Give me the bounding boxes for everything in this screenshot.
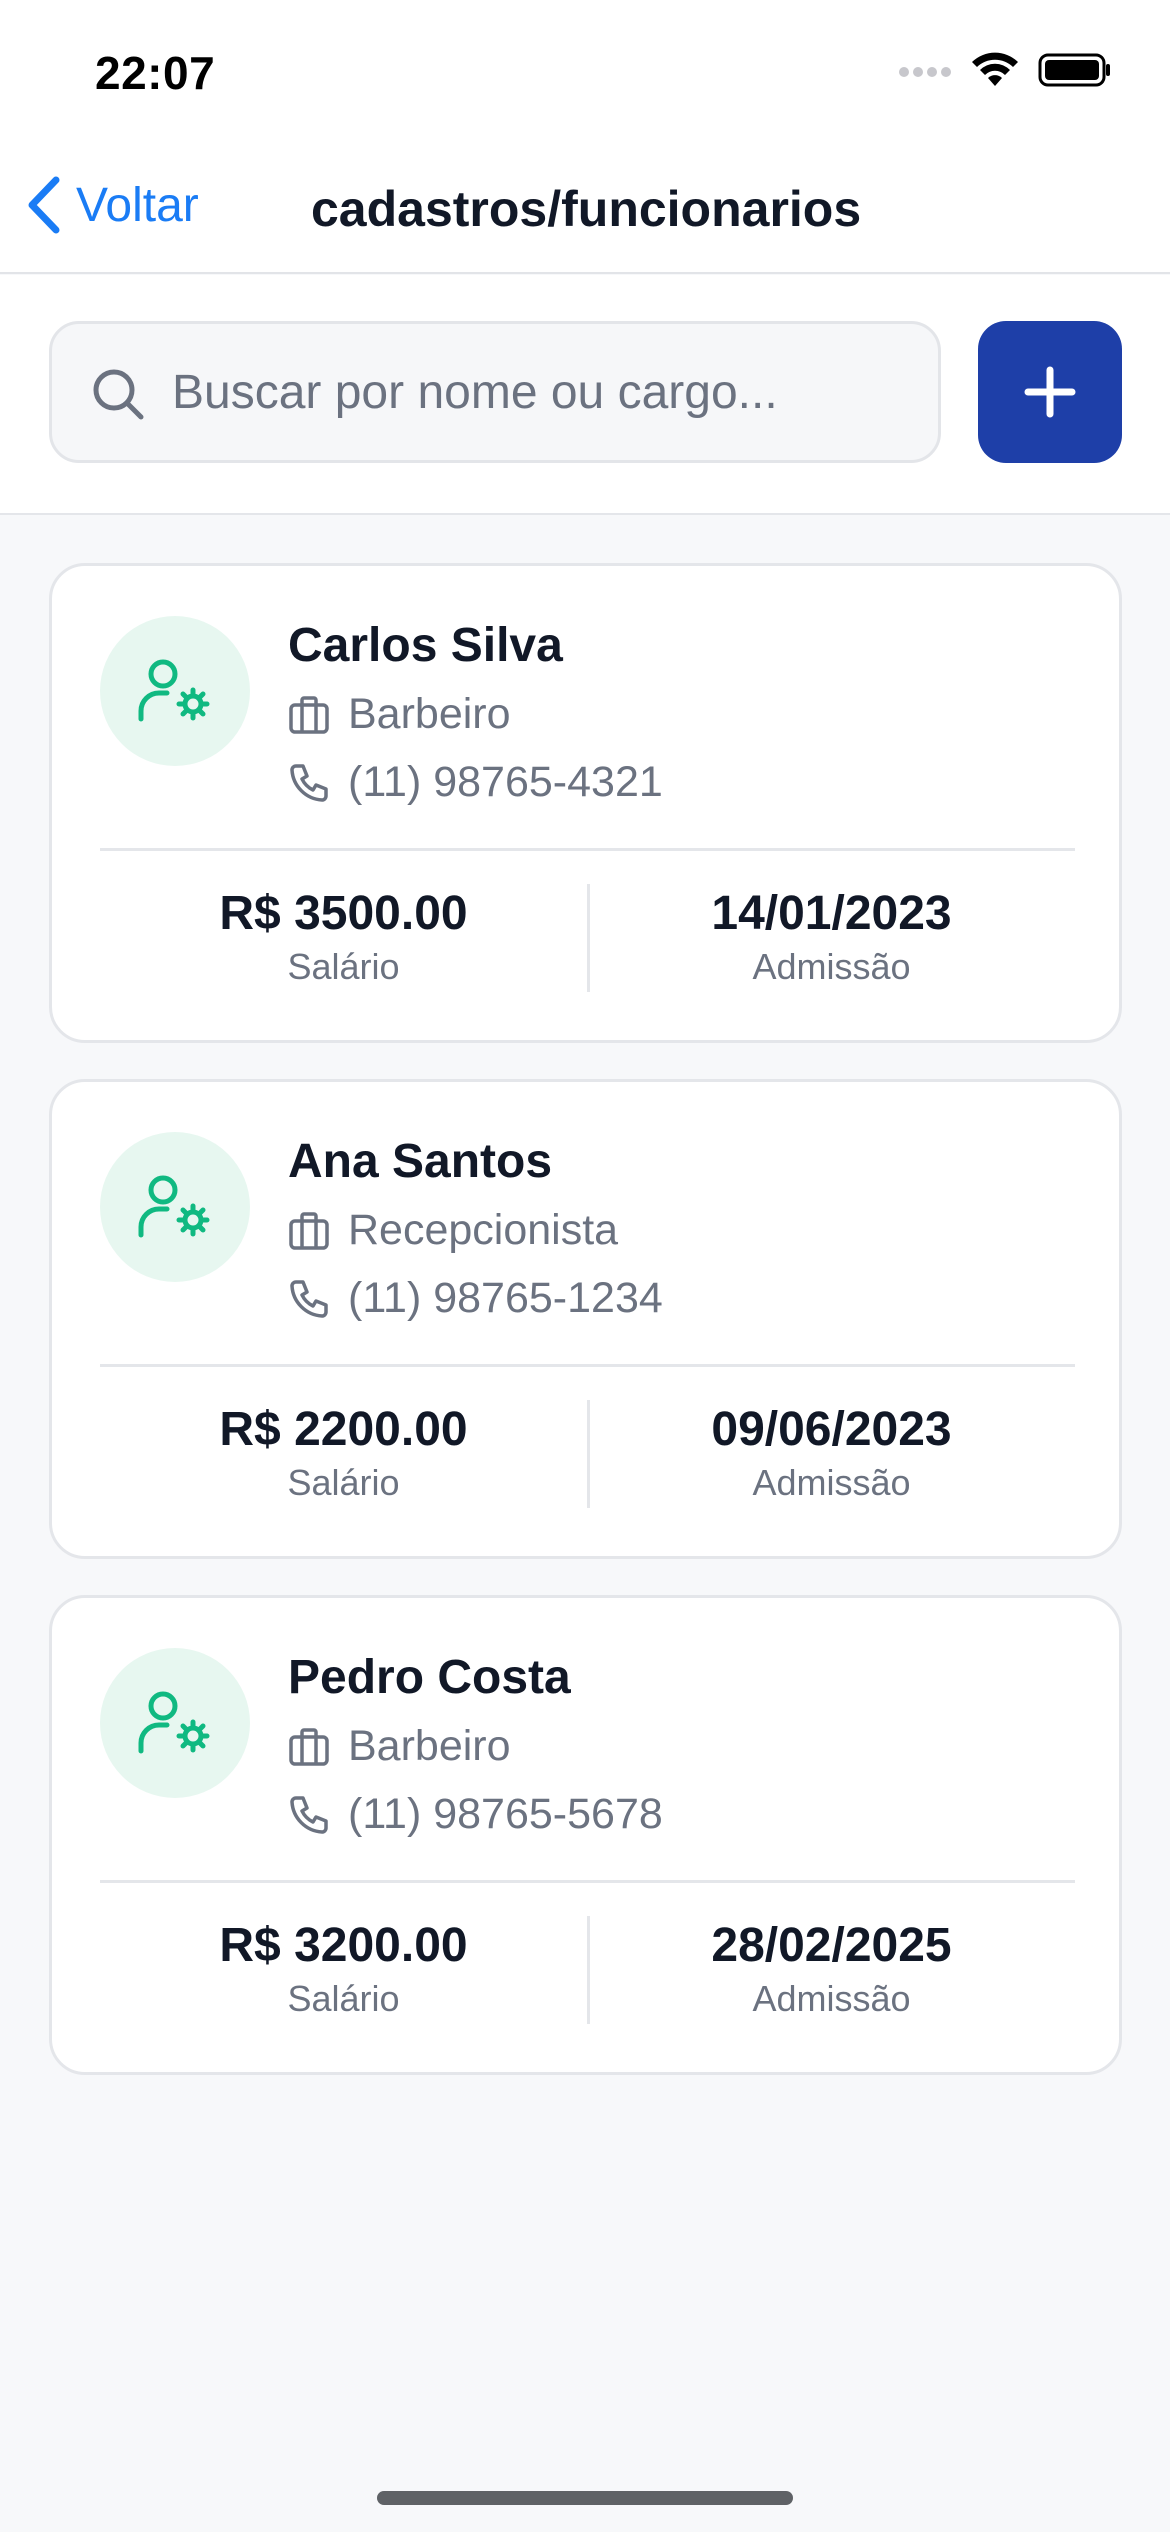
divider (100, 1364, 1075, 1367)
status-time: 22:07 (95, 47, 216, 99)
employee-phone: (11) 98765-1234 (288, 1274, 663, 1323)
employee-phone: (11) 98765-5678 (288, 1790, 663, 1839)
plus-icon (1024, 366, 1076, 418)
salary-label: Salário (287, 946, 400, 987)
phone-icon (290, 1795, 328, 1834)
avatar (100, 616, 250, 766)
employee-list: Carlos Silva Barbeiro (11) 98765-4321 R$… (49, 563, 1122, 2111)
salary-stat: R$ 2200.00 Salário (100, 1400, 587, 1506)
salary-label: Salário (287, 1978, 400, 2019)
status-icons (898, 52, 1112, 88)
salary-value: R$ 2200.00 (219, 1403, 468, 1456)
phone-icon (290, 763, 328, 802)
phone-icon (290, 1279, 328, 1318)
briefcase-icon (289, 1727, 329, 1766)
role-text: Recepcionista (348, 1206, 619, 1254)
search-toolbar (0, 275, 1170, 515)
add-employee-button[interactable] (978, 321, 1122, 463)
navigation-bar: Voltar cadastros/funcionarios (0, 140, 1170, 274)
salary-value: R$ 3200.00 (219, 1919, 468, 1972)
employee-card[interactable]: Ana Santos Recepcionista (11) 98765-1234… (49, 1079, 1122, 1559)
employee-name: Ana Santos (288, 1135, 553, 1188)
back-button[interactable]: Voltar (24, 176, 199, 234)
phone-text: (11) 98765-1234 (348, 1274, 663, 1322)
admission-value: 28/02/2025 (711, 1919, 952, 1972)
user-cog-icon (138, 1691, 210, 1754)
briefcase-icon (289, 695, 329, 734)
avatar (100, 1648, 250, 1798)
admission-stat: 28/02/2025 Admissão (588, 1916, 1075, 2022)
user-cog-icon (138, 1175, 210, 1238)
home-indicator[interactable] (377, 2491, 793, 2505)
employee-role: Barbeiro (288, 1722, 511, 1771)
status-bar: 22:07 (0, 0, 1170, 140)
admission-label: Admissão (752, 1978, 911, 2019)
divider (100, 848, 1075, 851)
back-label: Voltar (76, 178, 199, 232)
battery-icon (1038, 53, 1110, 87)
search-box[interactable] (49, 321, 941, 463)
employee-name: Pedro Costa (288, 1651, 571, 1704)
employee-role: Recepcionista (288, 1206, 618, 1255)
employee-card[interactable]: Carlos Silva Barbeiro (11) 98765-4321 R$… (49, 563, 1122, 1043)
signal-icon (899, 67, 951, 77)
admission-stat: 09/06/2023 Admissão (588, 1400, 1075, 1506)
admission-label: Admissão (752, 946, 911, 987)
admission-label: Admissão (752, 1462, 911, 1503)
user-cog-icon (138, 659, 210, 722)
role-text: Barbeiro (348, 1722, 511, 1770)
salary-stat: R$ 3500.00 Salário (100, 884, 587, 990)
phone-text: (11) 98765-5678 (348, 1790, 663, 1838)
briefcase-icon (289, 1211, 329, 1250)
salary-label: Salário (287, 1462, 400, 1503)
employee-role: Barbeiro (288, 690, 511, 739)
salary-value: R$ 3500.00 (219, 887, 468, 940)
divider (100, 1880, 1075, 1883)
employee-name: Carlos Silva (288, 619, 563, 672)
employee-card[interactable]: Pedro Costa Barbeiro (11) 98765-5678 R$ … (49, 1595, 1122, 2075)
wifi-icon (972, 52, 1018, 86)
page-title: cadastros/funcionarios (311, 181, 862, 237)
employee-phone: (11) 98765-4321 (288, 758, 663, 807)
phone-text: (11) 98765-4321 (348, 758, 663, 806)
admission-stat: 14/01/2023 Admissão (588, 884, 1075, 990)
admission-value: 09/06/2023 (711, 1403, 952, 1456)
role-text: Barbeiro (348, 690, 511, 738)
search-icon (93, 369, 144, 420)
avatar (100, 1132, 250, 1282)
salary-stat: R$ 3200.00 Salário (100, 1916, 587, 2022)
chevron-left-icon (28, 176, 60, 234)
admission-value: 14/01/2023 (711, 887, 952, 940)
search-input[interactable] (172, 352, 912, 432)
